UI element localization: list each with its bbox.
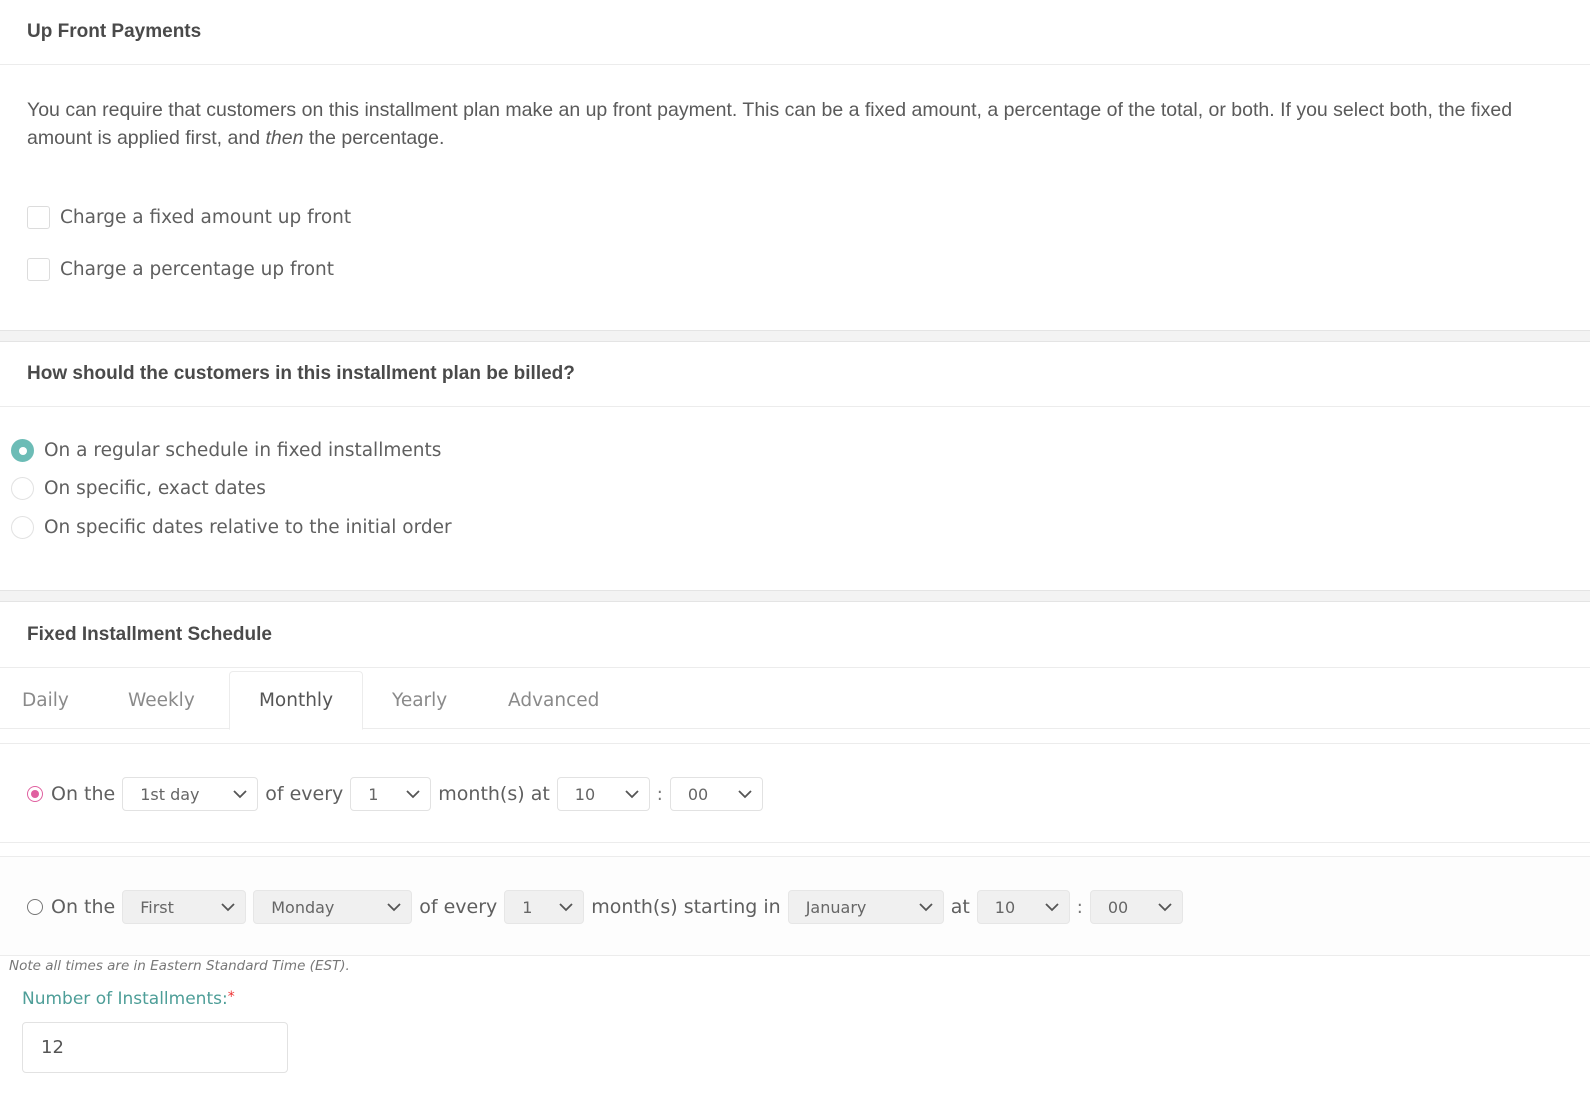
- billing-method-title: How should the customers in this install…: [27, 363, 575, 384]
- minute-select-value: 00: [687, 784, 709, 804]
- charge-fixed-amount-label: Charge a fixed amount up front: [60, 207, 352, 228]
- ordinal-select-value: First: [140, 897, 174, 917]
- chevron-down-icon: [1045, 903, 1059, 912]
- charge-percentage-checkbox[interactable]: [27, 258, 50, 281]
- chevron-down-icon: [625, 790, 639, 799]
- day-select[interactable]: 1st day: [122, 777, 259, 811]
- timezone-note: Note all times are in Eastern Standard T…: [9, 958, 350, 974]
- day-of-month-radio[interactable]: [27, 786, 43, 802]
- charge-fixed-amount-option[interactable]: Charge a fixed amount up front: [27, 206, 351, 229]
- installments-label-text: Number of Installments:: [22, 989, 228, 1009]
- description-emphasis: then: [265, 127, 304, 149]
- description-text: You can require that customers on this i…: [27, 99, 1513, 149]
- installments-label: Number of Installments:*: [22, 989, 235, 1009]
- billing-option-label: On a regular schedule in fixed installme…: [44, 440, 442, 461]
- tab-daily[interactable]: Daily: [22, 671, 69, 729]
- charge-percentage-label: Charge a percentage up front: [60, 259, 335, 280]
- interval-select-value: 1: [522, 897, 533, 917]
- at-label: at: [950, 896, 970, 918]
- description-text-end: the percentage.: [303, 127, 445, 149]
- radio-unselected-icon[interactable]: [11, 516, 34, 539]
- month-interval-select[interactable]: 1: [350, 777, 432, 811]
- schedule-title: Fixed Installment Schedule: [27, 624, 272, 645]
- radio-selected-icon[interactable]: [11, 439, 34, 462]
- chevron-down-icon: [919, 903, 933, 912]
- section-divider: [0, 330, 1590, 342]
- upfront-description: You can require that customers on this i…: [27, 96, 1567, 152]
- chevron-down-icon: [221, 903, 235, 912]
- weekday-select-value: Monday: [271, 897, 335, 917]
- hour-select[interactable]: 10: [556, 777, 650, 811]
- time-separator: :: [1076, 896, 1083, 918]
- start-month-select[interactable]: January: [787, 890, 944, 924]
- chevron-down-icon: [738, 790, 752, 799]
- billing-option-label: On specific dates relative to the initia…: [44, 517, 452, 538]
- months-starting-in-label: month(s) starting in: [591, 896, 781, 918]
- day-select-value: 1st day: [140, 784, 200, 804]
- tab-monthly[interactable]: Monthly: [229, 671, 363, 730]
- upfront-payments-title: Up Front Payments: [27, 21, 202, 42]
- weekday-select[interactable]: Monday: [253, 890, 413, 924]
- upfront-payments-panel: Up Front Payments You can require that c…: [0, 0, 1590, 330]
- chevron-down-icon: [406, 790, 420, 799]
- on-the-label: On the: [51, 896, 116, 918]
- tab-advanced[interactable]: Advanced: [508, 671, 599, 729]
- monthly-option-day-of-month: On the 1st day of every 1 month(s) at 10…: [0, 743, 1590, 843]
- tab-weekly[interactable]: Weekly: [128, 671, 195, 729]
- minute-select[interactable]: 00: [669, 777, 763, 811]
- required-marker: *: [227, 989, 235, 1005]
- hour-select-value: 10: [574, 784, 596, 804]
- charge-fixed-amount-checkbox[interactable]: [27, 206, 50, 229]
- minute-select-value: 00: [1107, 897, 1129, 917]
- months-at-label: month(s) at: [438, 783, 550, 805]
- chevron-down-icon: [559, 903, 573, 912]
- billing-method-header: How should the customers in this install…: [0, 342, 1590, 407]
- minute-select[interactable]: 00: [1089, 890, 1183, 924]
- interval-select-value: 1: [368, 784, 379, 804]
- chevron-down-icon: [387, 903, 401, 912]
- on-the-label: On the: [51, 783, 116, 805]
- of-every-label: of every: [419, 896, 498, 918]
- time-separator: :: [656, 783, 663, 805]
- of-every-label: of every: [265, 783, 344, 805]
- ordinal-select[interactable]: First: [122, 890, 247, 924]
- billing-method-panel: How should the customers in this install…: [0, 342, 1590, 590]
- radio-unselected-icon[interactable]: [11, 477, 34, 500]
- billing-option-label: On specific, exact dates: [44, 478, 266, 499]
- section-divider: [0, 590, 1590, 602]
- monthly-option-weekday: On the First Monday of every 1 month(s) …: [0, 856, 1590, 956]
- hour-select-value: 10: [994, 897, 1016, 917]
- fixed-installment-schedule-panel: Fixed Installment Schedule Daily Weekly …: [0, 603, 1590, 1095]
- schedule-header: Fixed Installment Schedule: [0, 603, 1590, 668]
- billing-option-relative-dates[interactable]: On specific dates relative to the initia…: [11, 516, 452, 539]
- charge-percentage-option[interactable]: Charge a percentage up front: [27, 258, 334, 281]
- number-of-installments-input[interactable]: [22, 1022, 288, 1073]
- billing-option-regular-schedule[interactable]: On a regular schedule in fixed installme…: [11, 439, 441, 462]
- upfront-payments-header: Up Front Payments: [0, 0, 1590, 65]
- tab-yearly[interactable]: Yearly: [392, 671, 447, 729]
- frequency-tabs: Daily Weekly Monthly Yearly Advanced: [0, 671, 1590, 730]
- start-month-select-value: January: [805, 897, 867, 917]
- month-interval-select[interactable]: 1: [504, 890, 585, 924]
- hour-select[interactable]: 10: [976, 890, 1070, 924]
- chevron-down-icon: [233, 790, 247, 799]
- chevron-down-icon: [1158, 903, 1172, 912]
- weekday-radio[interactable]: [27, 899, 43, 915]
- billing-option-exact-dates[interactable]: On specific, exact dates: [11, 477, 266, 500]
